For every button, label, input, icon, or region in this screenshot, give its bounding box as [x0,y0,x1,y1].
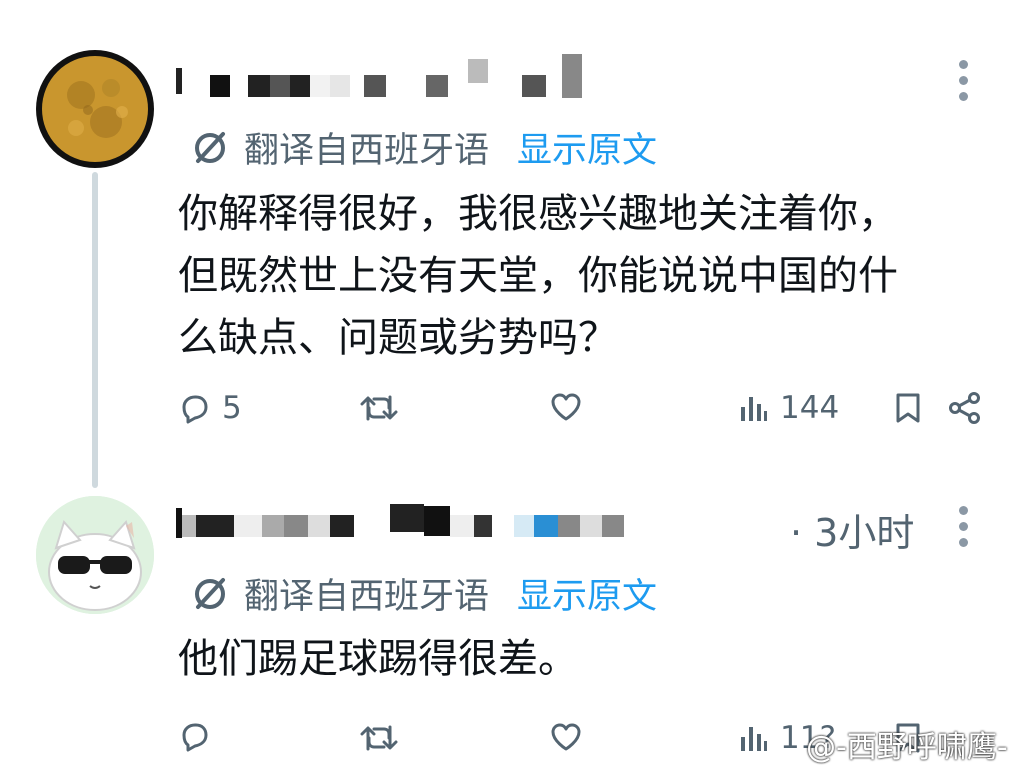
retweet-icon [360,395,398,421]
avatar[interactable] [36,50,154,168]
translation-info: 翻译自西班牙语 显示原文 [190,568,657,619]
avatar[interactable] [36,496,154,614]
show-original-link[interactable]: 显示原文 [517,568,657,619]
tweet-text: 你解释得很好，我很感兴趣地关注着你， 但既然世上没有天堂，你能说说中国的什 么缺… [178,191,898,361]
cat-sunglasses-avatar-image [36,496,154,614]
share-icon [949,392,980,424]
like-button[interactable] [550,722,582,752]
share-button[interactable] [948,392,982,424]
reply-icon [182,395,208,424]
view-count: 144 [780,390,840,426]
translate-label: 翻译自西班牙语 [244,577,490,617]
moon-avatar-image [39,53,151,165]
reply-count: 5 [222,390,242,426]
retweet-button[interactable] [360,393,398,423]
views-button[interactable]: 144 [738,390,839,426]
reply-button[interactable] [178,720,210,752]
views-icon [741,397,767,421]
user-name-blurred[interactable] [176,504,624,544]
translate-label: 翻译自西班牙语 [244,131,490,171]
like-button[interactable] [550,392,582,422]
retweet-button[interactable] [360,723,398,753]
views-icon [741,727,767,751]
translate-icon [195,131,225,163]
translation-info: 翻译自西班牙语 显示原文 [190,122,657,173]
like-icon [551,393,581,421]
bookmark-icon [896,393,920,423]
thread-connector-line [92,172,98,488]
like-icon [551,723,581,751]
more-icon[interactable] [958,60,968,108]
tweet-timestamp[interactable]: · 3小时 [790,502,914,557]
watermark: @-西野呼啸鹰- [806,730,1008,765]
reply-icon [182,723,208,752]
retweet-icon [360,725,398,751]
reply-button[interactable]: 5 [178,390,242,426]
more-icon[interactable] [958,506,968,554]
tweet-text: 他们踢足球踢得很差。 [178,636,578,682]
user-name-blurred[interactable] [176,54,582,104]
bookmark-button[interactable] [894,392,922,424]
translate-icon [195,577,225,609]
show-original-link[interactable]: 显示原文 [517,122,657,173]
